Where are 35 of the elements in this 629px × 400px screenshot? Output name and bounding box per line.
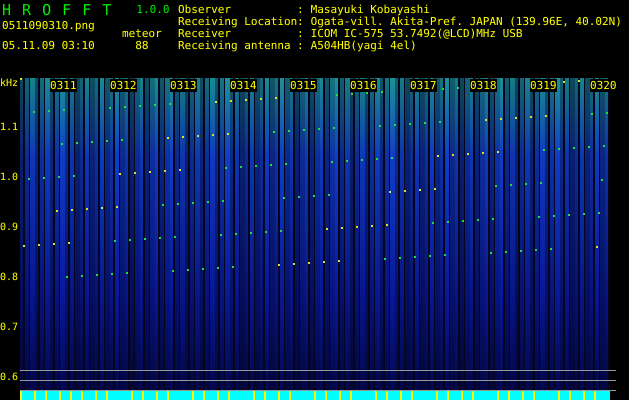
time-label: 0319 (530, 79, 556, 92)
info-label: Receiver (178, 28, 231, 40)
info-label: Receiving antenna (178, 40, 292, 52)
info-label: Receiving Location (178, 16, 297, 28)
info-value: ICOM IC-575 53.7492(@LCD)MHz USB (310, 27, 523, 40)
time-label: 0317 (410, 79, 436, 92)
app-title: H R O F F T (2, 4, 112, 16)
info-value: Ogata-vill. Akita-Pref. JAPAN (139.96E, 40.02N) (310, 15, 622, 28)
time-label: 0320 (590, 79, 616, 92)
meteor-count: 88 (135, 40, 148, 52)
time-label: 0315 (290, 79, 316, 92)
axis-label: 1.0 (0, 171, 20, 185)
separator: : (297, 3, 304, 16)
axis-label: 0.9 (0, 221, 20, 235)
info-value: Masayuki Kobayashi (310, 3, 430, 16)
separator: : (297, 15, 304, 28)
info-label: Observer (178, 4, 232, 16)
version-label: 1.0.0 (136, 4, 170, 16)
axis-label: 0.6 (0, 371, 20, 385)
time-label: 0312 (110, 79, 136, 92)
axis-label: 1.1 (0, 121, 20, 135)
time-label: 0318 (470, 79, 496, 92)
time-label: 0316 (350, 79, 376, 92)
axis-unit: kHz (0, 78, 20, 90)
axis-label: 0.8 (0, 271, 20, 285)
axis-label: 0.7 (0, 321, 20, 335)
time-label: 0311 (50, 79, 76, 92)
info-value: A504HB(yagi 4el) (310, 39, 417, 52)
time-label: 0313 (170, 79, 196, 92)
separator: : (297, 39, 304, 52)
file-name: 0511090310.png (2, 20, 96, 32)
separator: : (297, 27, 304, 40)
timestamp: 05.11.09 03:10 (2, 40, 96, 52)
time-label: 0314 (230, 79, 256, 92)
meteor-label: meteor (122, 28, 162, 40)
